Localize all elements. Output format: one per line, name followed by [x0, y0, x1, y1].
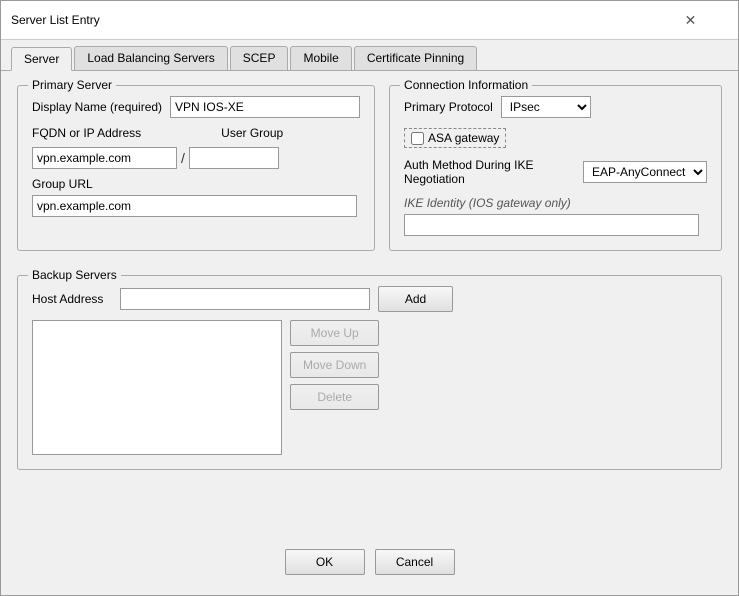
display-name-label: Display Name (required)	[32, 100, 162, 114]
title-bar: Server List Entry ✕	[1, 1, 738, 40]
ok-button[interactable]: OK	[285, 549, 365, 575]
asa-gateway-checkbox[interactable]	[411, 132, 424, 145]
tab-server[interactable]: Server	[11, 47, 72, 71]
primary-protocol-label: Primary Protocol	[404, 100, 493, 114]
auth-method-label: Auth Method During IKE Negotiation	[404, 158, 575, 186]
host-address-input[interactable]	[120, 288, 370, 310]
footer: OK Cancel	[1, 549, 738, 575]
delete-button[interactable]: Delete	[290, 384, 379, 410]
auth-method-row: Auth Method During IKE Negotiation EAP-A…	[404, 158, 707, 186]
side-buttons: Move Up Move Down Delete	[290, 320, 379, 455]
connection-info-section: Connection Information Primary Protocol …	[389, 85, 722, 251]
backup-servers-label: Backup Servers	[28, 268, 121, 282]
asa-gateway-label: ASA gateway	[428, 131, 499, 145]
add-button[interactable]: Add	[378, 286, 453, 312]
tab-certificate-pinning[interactable]: Certificate Pinning	[354, 46, 477, 70]
backup-servers-section: Backup Servers Host Address Add Move Up …	[17, 275, 722, 470]
user-group-input[interactable]	[189, 147, 279, 169]
section-group: Primary Server Display Name (required) F…	[17, 85, 722, 251]
dialog: Server List Entry ✕ Server Load Balancin…	[0, 0, 739, 596]
auth-method-select[interactable]: EAP-AnyConnect IKE Certificate	[583, 161, 707, 183]
close-button[interactable]: ✕	[653, 7, 728, 33]
ike-identity-block: IKE Identity (IOS gateway only)	[404, 196, 707, 236]
move-down-button[interactable]: Move Down	[290, 352, 379, 378]
group-url-input[interactable]	[32, 195, 357, 217]
primary-server-label: Primary Server	[28, 78, 116, 92]
connection-info-label: Connection Information	[400, 78, 532, 92]
move-up-button[interactable]: Move Up	[290, 320, 379, 346]
asa-gateway-row: ASA gateway	[404, 128, 707, 148]
ike-identity-input[interactable]	[404, 214, 699, 236]
fqdn-row: /	[32, 147, 360, 169]
protocol-select[interactable]: IPsec SSL	[501, 96, 591, 118]
display-name-input[interactable]	[170, 96, 360, 118]
group-url-label: Group URL	[32, 177, 360, 191]
ike-identity-label: IKE Identity (IOS gateway only)	[404, 196, 707, 210]
tab-bar: Server Load Balancing Servers SCEP Mobil…	[1, 40, 738, 71]
cancel-button[interactable]: Cancel	[375, 549, 455, 575]
backup-servers-list[interactable]	[32, 320, 282, 455]
list-area-wrapper: Move Up Move Down Delete	[32, 320, 707, 455]
tab-mobile[interactable]: Mobile	[290, 46, 351, 70]
dialog-title: Server List Entry	[11, 13, 100, 27]
primary-server-section: Primary Server Display Name (required) F…	[17, 85, 375, 251]
group-url-block: Group URL	[32, 177, 360, 217]
display-name-row: Display Name (required)	[32, 96, 360, 118]
host-address-row: Host Address Add	[32, 286, 707, 312]
fqdn-label: FQDN or IP Address	[32, 126, 141, 140]
tab-load-balancing[interactable]: Load Balancing Servers	[74, 46, 227, 70]
main-content: Primary Server Display Name (required) F…	[1, 71, 738, 275]
fqdn-input[interactable]	[32, 147, 177, 169]
tab-scep[interactable]: SCEP	[230, 46, 289, 70]
protocol-row: Primary Protocol IPsec SSL	[404, 96, 707, 118]
slash-divider: /	[181, 150, 185, 166]
host-address-label: Host Address	[32, 292, 112, 306]
user-group-label: User Group	[221, 126, 283, 140]
